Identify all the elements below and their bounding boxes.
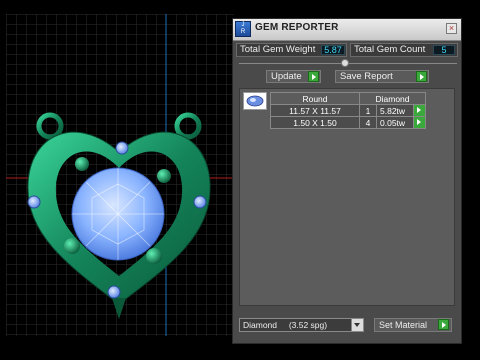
column-header-round: Round bbox=[270, 92, 360, 105]
total-gem-count-label: Total Gem Count bbox=[354, 44, 426, 55]
table-header-row: Round Diamond bbox=[270, 92, 426, 105]
play-arrow-icon bbox=[416, 71, 427, 82]
total-gem-count: Total Gem Count 5 bbox=[350, 43, 458, 57]
panel-slider-knob[interactable] bbox=[341, 59, 349, 67]
close-button[interactable]: × bbox=[446, 23, 457, 34]
total-gem-count-value: 5 bbox=[433, 45, 455, 55]
table-row[interactable]: 1.50 X 1.50 4 0.05tw bbox=[270, 116, 426, 129]
total-gem-weight: Total Gem Weight 5.87 bbox=[236, 43, 347, 57]
play-arrow-icon bbox=[308, 71, 319, 82]
gem-weight: 0.05tw bbox=[376, 116, 414, 129]
total-gem-weight-label: Total Gem Weight bbox=[240, 44, 316, 55]
gem-weight: 5.82tw bbox=[376, 104, 414, 117]
panel-titlebar[interactable]: JR GEM REPORTER × bbox=[233, 19, 461, 41]
gem-table: Round Diamond 11.57 X 11.57 1 5.82tw 1.5… bbox=[270, 92, 426, 129]
update-button[interactable]: Update bbox=[266, 70, 321, 83]
save-report-button[interactable]: Save Report bbox=[335, 70, 429, 83]
set-material-label: Set Material bbox=[379, 320, 428, 330]
update-label: Update bbox=[271, 71, 302, 82]
gem-size: 11.57 X 11.57 bbox=[270, 104, 360, 117]
gem-reporter-panel: JR GEM REPORTER × Total Gem Weight 5.87 … bbox=[232, 18, 462, 344]
save-report-label: Save Report bbox=[340, 71, 393, 82]
material-dropdown[interactable]: Diamond (3.52 spg) bbox=[239, 318, 364, 332]
table-row[interactable]: 11.57 X 11.57 1 5.82tw bbox=[270, 104, 426, 117]
total-gem-weight-value: 5.87 bbox=[321, 45, 345, 55]
set-material-button[interactable]: Set Material bbox=[374, 318, 452, 332]
gem-list: Round Diamond 11.57 X 11.57 1 5.82tw 1.5… bbox=[239, 88, 455, 306]
gem-count: 1 bbox=[359, 104, 377, 117]
column-header-diamond: Diamond bbox=[359, 92, 426, 105]
panel-title: GEM REPORTER bbox=[255, 22, 339, 33]
chevron-down-icon[interactable] bbox=[351, 319, 363, 331]
round-gem-thumbnail bbox=[243, 92, 267, 110]
material-bar: Diamond (3.52 spg) Set Material bbox=[239, 317, 455, 333]
gem-reporter-icon: JR bbox=[235, 21, 251, 37]
play-arrow-icon bbox=[438, 319, 449, 330]
pendant-render bbox=[6, 14, 234, 336]
gem-size: 1.50 X 1.50 bbox=[270, 116, 360, 129]
gem-count: 4 bbox=[359, 116, 377, 129]
row-select-button[interactable] bbox=[413, 116, 426, 129]
material-selected: Diamond (3.52 spg) bbox=[243, 320, 328, 330]
model-canvas[interactable] bbox=[6, 14, 234, 336]
row-select-button[interactable] bbox=[413, 104, 426, 117]
